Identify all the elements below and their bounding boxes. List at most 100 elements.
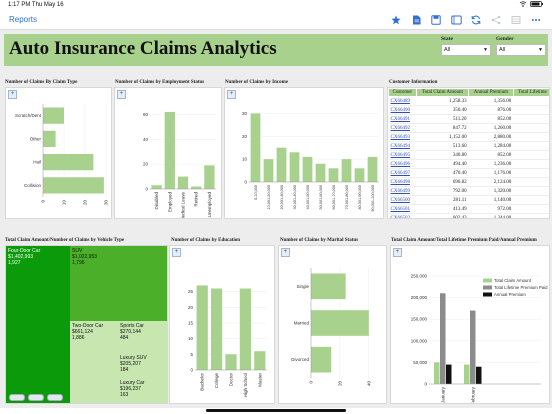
table-cell: 602.43 [416, 213, 469, 218]
treemap-cell[interactable]: SUV $1,022,953 1,796 [70, 246, 167, 322]
chart-title-vehicle: Total Claim Amount/Number of Claims by V… [5, 238, 125, 243]
x-tick-label: College [214, 373, 219, 389]
table-cell: 1,236.00 [468, 159, 514, 169]
customer-id-link[interactable]: CX66492 [388, 123, 417, 133]
customer-id-link[interactable]: CX66498 [388, 177, 417, 187]
expand-button[interactable]: + [117, 90, 126, 99]
treemap-cell[interactable]: Four-Door Car $1,402,993 1,927 [6, 246, 71, 403]
vehicle-treemap-panel: Four-Door Car $1,402,993 1,927 SUV $1,022,95… [5, 245, 168, 404]
customer-id-link[interactable]: CX66502 [388, 213, 417, 218]
customer-id-link[interactable]: CX66501 [388, 204, 417, 214]
treemap-cell-count: 1,927 [8, 260, 21, 266]
table-cell: 1,140.00 [468, 195, 514, 205]
marital-chart: 0 20 40 Single Married Divorced [291, 268, 371, 386]
treemap-control-button[interactable] [28, 394, 44, 401]
y-tick-label: 30 [242, 111, 248, 116]
star-icon [391, 15, 401, 25]
customer-id-link[interactable]: CX66497 [388, 168, 417, 178]
bar [225, 354, 237, 370]
customer-id-link[interactable]: CX66500 [388, 195, 417, 205]
expand-button[interactable]: + [281, 248, 290, 257]
treemap-cell[interactable]: Sports Car $270,144 484 [118, 321, 167, 354]
x-tick-label: Unemployed [207, 192, 212, 218]
bar [367, 156, 378, 182]
table-cell [513, 141, 549, 151]
gender-select[interactable]: All ▼ [496, 44, 546, 56]
grid-button[interactable] [506, 14, 526, 26]
more-button[interactable] [526, 14, 546, 26]
table-header-row: Customer Total Claim Amount Annual Premi… [388, 88, 549, 97]
y-tick-label: Single [296, 284, 309, 289]
x-tick-label: Doctor [229, 373, 234, 387]
save-icon [431, 15, 441, 25]
x-tick-label: 10,001-20,000 [267, 185, 271, 210]
legend-swatch [483, 285, 492, 290]
table-cell [513, 168, 549, 178]
y-tick-label: 25 [188, 289, 194, 294]
y-tick-label: 200,000 [411, 295, 428, 300]
y-tick-label: 20 [143, 162, 149, 167]
save-button[interactable] [426, 14, 446, 26]
state-select[interactable]: All ▼ [441, 44, 491, 56]
bar [446, 364, 452, 384]
customer-id-link[interactable]: CX66493 [388, 132, 417, 142]
chart-title-education: Number of Claims by Education [171, 238, 241, 243]
reports-back-button[interactable]: Reports [9, 15, 37, 24]
y-tick-label: 150,000 [411, 317, 428, 322]
customer-id-link[interactable]: CX66490 [388, 105, 417, 115]
bar [196, 285, 208, 370]
x-tick-label: 70,001-80,000 [345, 185, 349, 210]
bar [470, 310, 476, 384]
treemap-cell[interactable]: Two-Door Car $661,124 1,886 [70, 321, 119, 403]
customer-id-link[interactable]: CX66499 [388, 186, 417, 196]
expand-button[interactable]: + [227, 90, 236, 99]
customer-id-link[interactable]: CX66491 [388, 114, 417, 124]
treemap-control-button[interactable] [47, 394, 63, 401]
bar [434, 362, 440, 384]
column-header: Total Lifetime [512, 88, 549, 97]
claim-type-chart-panel: + 0 10 20 30 Scratch/Dent Other Hail Collision [5, 87, 112, 219]
table-cell [513, 186, 549, 196]
table-cell: 2,880.00 [468, 132, 514, 142]
y-tick-label: 40 [143, 137, 149, 142]
favorite-button[interactable] [386, 14, 406, 26]
customer-id-link[interactable]: CX66489 [388, 96, 417, 106]
table-cell: 852.00 [468, 150, 514, 160]
tablet-view-button[interactable] [446, 14, 466, 26]
expand-button[interactable]: + [393, 248, 402, 257]
expand-button[interactable]: + [172, 248, 181, 257]
table-cell: 2,124.00 [468, 177, 514, 187]
x-tick-label: 20,001-30,000 [280, 185, 284, 210]
customer-table-title: Customer Information [389, 80, 438, 85]
treemap-cell-count: 184 [120, 367, 129, 373]
expand-button[interactable]: + [8, 90, 17, 99]
bar [311, 346, 332, 373]
bar [328, 168, 339, 182]
customer-id-link[interactable]: CX66496 [388, 159, 417, 169]
y-tick-label: 50,000 [413, 360, 427, 365]
customer-id-link[interactable]: CX66495 [388, 150, 417, 160]
legend-label: Annual Premium [494, 292, 526, 297]
table-row: CX66496 494.40 1,236.00 [388, 159, 549, 169]
table-cell: 340.80 [416, 150, 469, 160]
y-tick-label: 10 [242, 157, 248, 162]
y-tick-label: 10 [188, 336, 194, 341]
treemap-cell[interactable]: Luxury SUV $205,207 184 [118, 353, 167, 379]
document-icon [412, 15, 420, 25]
treemap-cell-count: 484 [120, 335, 129, 341]
table-cell: 1,344.00 [468, 213, 514, 218]
bar [311, 273, 346, 300]
navigation-bar: Reports [0, 11, 552, 30]
bar [276, 147, 287, 182]
treemap-control-button[interactable] [9, 394, 25, 401]
income-chart: 0 10 20 30 0-10,000 10,001-20,000 20,001-30,00… [242, 111, 379, 212]
share-icon [491, 15, 501, 25]
treemap-cell[interactable]: Luxury Car $196,237 163 [118, 378, 167, 403]
share-button[interactable] [486, 14, 506, 26]
refresh-button[interactable] [466, 14, 486, 26]
customer-id-link[interactable]: CX66494 [388, 141, 417, 151]
x-tick-label: February [471, 386, 476, 403]
table-row: CX66492 847.72 1,260.00 [388, 123, 549, 133]
dashboard-header: Auto Insurance Claims Analytics State Al… [4, 34, 548, 66]
document-button[interactable] [406, 14, 426, 26]
